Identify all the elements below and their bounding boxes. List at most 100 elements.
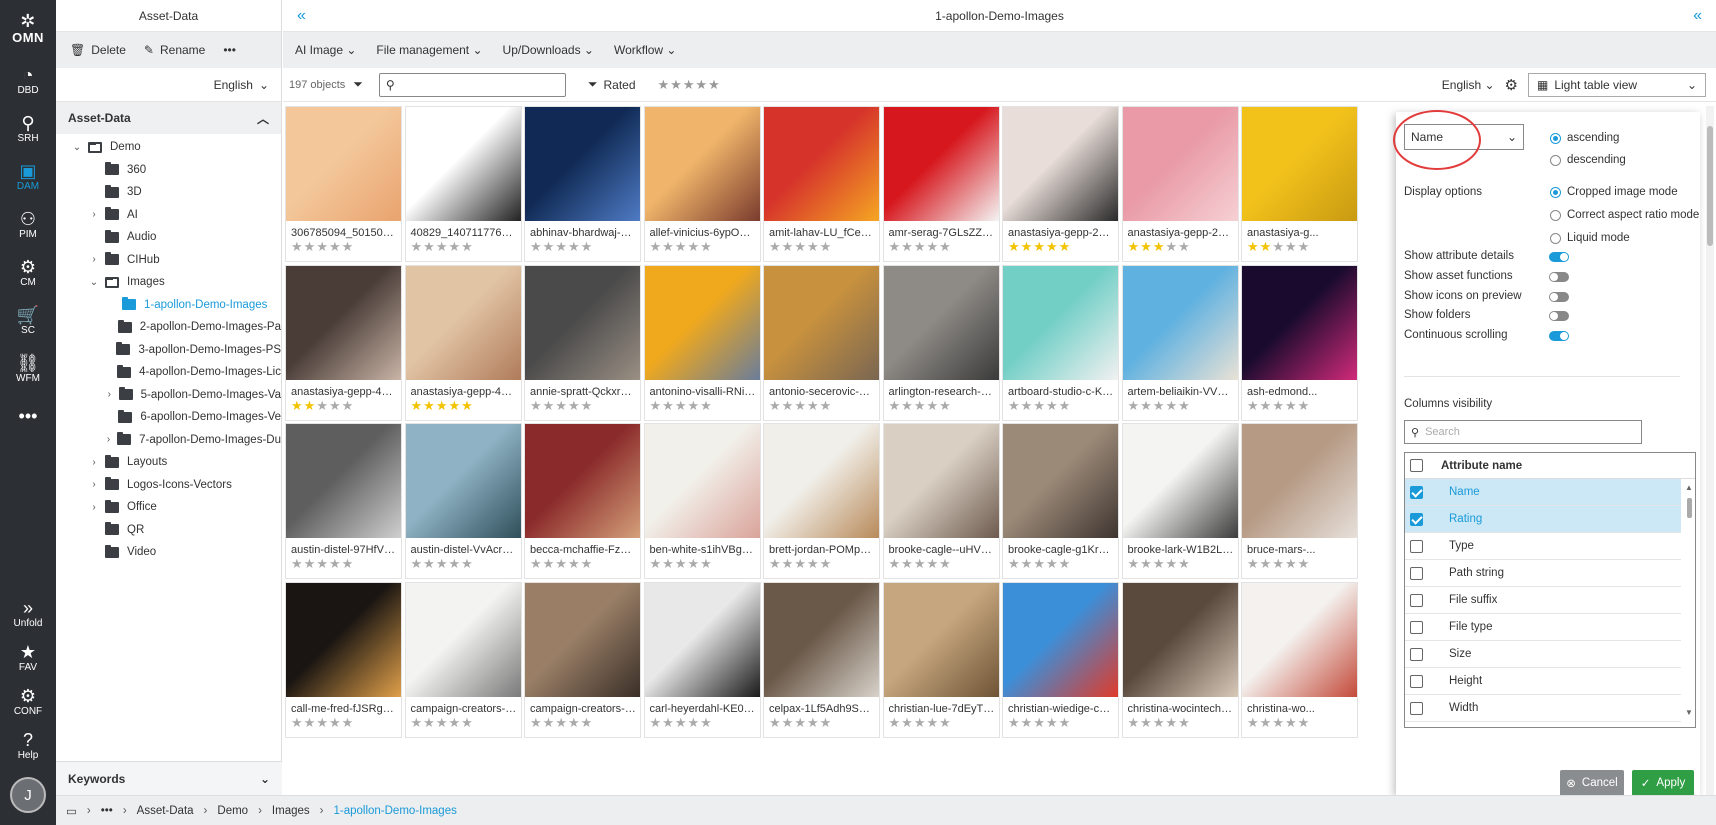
asset-tile[interactable]: brett-jordan-POMpXtc... ★★★★★ — [763, 423, 880, 579]
star-icon[interactable]: ★ — [543, 398, 556, 413]
star-icon[interactable]: ★ — [436, 239, 449, 254]
tree-item[interactable]: › 7-apollon-Demo-Images-Du — [56, 429, 281, 452]
star-icon[interactable]: ★ — [807, 556, 820, 571]
star-icon[interactable]: ★ — [411, 715, 424, 730]
star-icon[interactable]: ★ — [291, 715, 304, 730]
keywords-section-header[interactable]: Keywords ⌄ — [56, 761, 282, 795]
star-icon[interactable]: ★ — [1021, 398, 1034, 413]
star-icon[interactable]: ★ — [807, 239, 820, 254]
attribute-scrollbar[interactable]: ▲ ▼ — [1685, 483, 1693, 725]
star-icon[interactable]: ★ — [581, 239, 594, 254]
asset-thumbnail[interactable] — [1003, 107, 1118, 221]
attribute-row[interactable]: File suffix — [1405, 587, 1681, 614]
star-icon[interactable]: ★ — [820, 556, 833, 571]
star-icon[interactable]: ★ — [329, 239, 342, 254]
breadcrumb-item[interactable]: Demo — [217, 805, 248, 817]
star-icon[interactable]: ★ — [1140, 239, 1153, 254]
star-icon[interactable]: ★ — [901, 715, 914, 730]
asset-rating[interactable]: ★★★★★ — [764, 398, 879, 414]
asset-tile[interactable]: call-me-fred-fJSRg-r7... ★★★★★ — [285, 581, 402, 738]
star-icon[interactable]: ★ — [1008, 398, 1021, 413]
asset-thumbnail[interactable] — [1242, 107, 1357, 221]
collapse-left-icon[interactable]: « — [297, 7, 306, 25]
star-icon[interactable]: ★ — [1140, 715, 1153, 730]
star-icon[interactable]: ★ — [687, 556, 700, 571]
tree-item[interactable]: 2-apollon-Demo-Images-Pa — [56, 316, 281, 339]
rail-item-pim[interactable]: ⚇ PIM — [0, 200, 56, 248]
asset-thumbnail[interactable] — [764, 582, 879, 697]
asset-thumbnail[interactable] — [1122, 424, 1238, 538]
star-icon[interactable]: ★ — [650, 239, 663, 254]
asset-tile[interactable]: christina-wo... ★★★★★ — [1241, 581, 1358, 738]
attribute-checkbox[interactable] — [1410, 593, 1423, 607]
column-search-input[interactable]: ⚲ Search — [1404, 420, 1642, 444]
rail-item-conf[interactable]: ⚙ CONF — [0, 679, 56, 723]
asset-rating[interactable]: ★★★★★ — [525, 556, 640, 572]
star-icon[interactable]: ★ — [914, 239, 927, 254]
asset-rating[interactable]: ★★★★★ — [525, 398, 640, 414]
star-icon[interactable]: ★ — [448, 398, 461, 413]
star-icon[interactable]: ★ — [461, 715, 474, 730]
star-icon[interactable]: ★ — [939, 398, 952, 413]
rail-item-fav[interactable]: ★ FAV — [0, 635, 56, 679]
star-icon[interactable]: ★ — [581, 398, 594, 413]
asset-thumbnail[interactable] — [525, 107, 640, 221]
star-icon[interactable]: ★ — [1247, 556, 1260, 571]
star-icon[interactable]: ★ — [1140, 556, 1153, 571]
star-icon[interactable]: ★ — [1285, 239, 1298, 254]
sort-field-select[interactable]: Name ⌄ — [1393, 110, 1524, 170]
star-icon[interactable]: ★ — [423, 556, 436, 571]
star-icon[interactable]: ★ — [662, 715, 675, 730]
attribute-row[interactable]: File Modification date — [1405, 722, 1681, 727]
star-icon[interactable]: ★ — [1153, 715, 1166, 730]
star-icon[interactable]: ★ — [291, 239, 304, 254]
asset-tile[interactable]: christian-lue-7dEyTJ7... ★★★★★ — [882, 581, 1000, 738]
star-icon[interactable]: ★ — [1247, 398, 1260, 413]
tree-item[interactable]: 3-apollon-Demo-Images-PS — [56, 339, 281, 362]
attribute-checkbox[interactable] — [1410, 512, 1423, 526]
avatar[interactable]: J — [10, 777, 46, 813]
menu-file-management[interactable]: File management ⌄ — [376, 43, 482, 57]
asset-thumbnail[interactable] — [644, 424, 760, 538]
star-icon[interactable]: ★ — [1046, 398, 1059, 413]
star-icon[interactable]: ★ — [530, 239, 543, 254]
tree-item[interactable]: › Office — [56, 496, 281, 519]
star-icon[interactable]: ★ — [926, 239, 939, 254]
rail-item-sc[interactable]: 🛒 SC — [0, 296, 56, 344]
star-icon[interactable]: ★ — [769, 398, 782, 413]
rail-item-srh[interactable]: ⚲ SRH — [0, 104, 56, 152]
star-icon[interactable]: ★ — [1165, 715, 1178, 730]
star-icon[interactable]: ★ — [581, 715, 594, 730]
scrollbar-thumb[interactable] — [1686, 498, 1692, 518]
star-icon[interactable]: ★ — [568, 398, 581, 413]
rating-filter-stars[interactable]: ★★★★★ — [658, 77, 721, 93]
star-icon[interactable]: ★ — [411, 556, 424, 571]
star-icon[interactable]: ★ — [568, 556, 581, 571]
toggle-switch[interactable] — [1549, 271, 1569, 282]
star-icon[interactable]: ★ — [1272, 239, 1285, 254]
star-icon[interactable]: ★ — [782, 398, 795, 413]
chevron-right-icon[interactable]: › — [87, 457, 101, 468]
star-icon[interactable]: ★ — [926, 398, 939, 413]
star-icon[interactable]: ★ — [914, 556, 927, 571]
star-icon[interactable]: ★ — [687, 715, 700, 730]
attribute-row[interactable]: Rating — [1405, 506, 1681, 533]
star-icon[interactable]: ★ — [1033, 715, 1046, 730]
star-icon[interactable]: ★ — [461, 398, 474, 413]
asset-rating[interactable]: ★★★★★ — [764, 239, 879, 255]
star-icon[interactable]: ★ — [1021, 239, 1034, 254]
star-icon[interactable]: ★ — [687, 239, 700, 254]
asset-thumbnail[interactable] — [644, 107, 760, 221]
asset-tile[interactable]: annie-spratt-Qckxruoz... ★★★★★ — [524, 264, 641, 421]
menu-up-downloads[interactable]: Up/Downloads ⌄ — [503, 43, 594, 57]
breadcrumb-more-icon[interactable]: ••• — [101, 805, 113, 817]
asset-thumbnail[interactable] — [405, 107, 521, 221]
star-icon[interactable]: ★ — [543, 239, 556, 254]
star-icon[interactable]: ★ — [939, 556, 952, 571]
star-icon[interactable]: ★ — [316, 556, 329, 571]
scrollbar-thumb[interactable] — [1707, 126, 1713, 246]
star-icon[interactable]: ★ — [662, 239, 675, 254]
star-icon[interactable]: ★ — [530, 398, 543, 413]
attribute-row[interactable]: Name — [1405, 479, 1681, 506]
star-icon[interactable]: ★ — [794, 239, 807, 254]
